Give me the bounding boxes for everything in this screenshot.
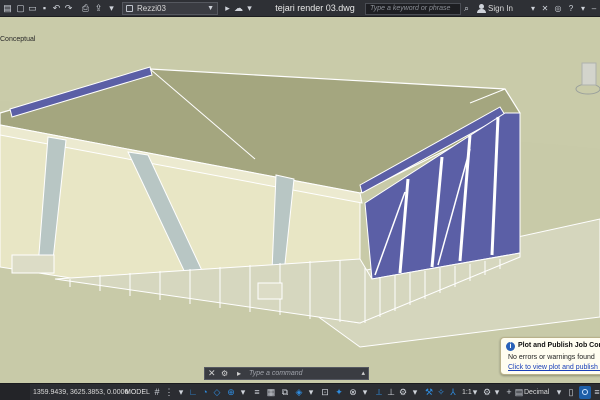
command-prompt-icon: ▸ (237, 369, 242, 378)
customize-qat-icon[interactable]: ▾ (106, 3, 117, 14)
auto-scale-chevron-icon[interactable]: ▾ (410, 387, 420, 398)
notification-details-link[interactable]: Click to view plot and publish details (508, 363, 600, 373)
status-bar: 1359.9439, 3625.3853, 0.0000 MODEL # ⋮ ▾… (0, 383, 600, 400)
app-menu-icon[interactable]: ▤ (2, 3, 13, 14)
auto-scale-icon[interactable]: ⚙ (398, 387, 408, 398)
autodesk-a360-icon[interactable]: ◎ (553, 3, 563, 14)
annotation-scale-icon[interactable]: ⚒ (424, 387, 434, 398)
osnap-chevron-icon[interactable]: ▾ (238, 387, 248, 398)
info-icon: i (506, 342, 515, 351)
entrance-left (11, 254, 55, 274)
building-render (0, 17, 600, 383)
add-icon[interactable]: + (504, 387, 514, 398)
grid-icon[interactable]: # (152, 387, 162, 398)
units-chevron-icon[interactable]: ▾ (554, 387, 564, 398)
search-icon[interactable]: ⌕ (464, 3, 474, 14)
help-icon[interactable]: ? (566, 3, 576, 14)
snap-icon[interactable]: ⋮ (164, 387, 174, 398)
gear-chevron-icon[interactable]: ▾ (492, 387, 502, 398)
new-file-icon[interactable]: ▢ (15, 3, 26, 14)
layout-tabs-area[interactable] (0, 384, 30, 400)
title-bar: ▤ ▢ ▭ ▪ ↶ ↷ ⎙ ⇪ ▾ Rezzi03 ▼ ▸ ☁ ▾ tejari… (0, 0, 600, 17)
search-input[interactable]: Type a keyword or phrase (365, 3, 461, 15)
hardware-acceleration-button[interactable] (579, 386, 591, 399)
notification-message: No errors or warnings found (508, 354, 595, 361)
sign-in-button[interactable]: Sign In (488, 0, 528, 17)
undo-icon[interactable]: ↶ (51, 3, 62, 14)
open-file-icon[interactable]: ▭ (27, 3, 38, 14)
window-minimize-icon[interactable]: – (589, 3, 599, 14)
autodesk-app-store-icon[interactable]: ✕ (540, 3, 550, 14)
workspace-gear-icon[interactable]: ⚙ (482, 387, 492, 398)
sign-in-chevron-icon[interactable]: ▾ (528, 3, 538, 14)
entrance-mid (257, 282, 283, 300)
help-chevron-icon[interactable]: ▾ (578, 3, 588, 14)
isodraft-icon[interactable]: ◇ (212, 387, 222, 398)
selection-cycling-icon[interactable]: ⧉ (280, 387, 290, 398)
workspace-label: Rezzi03 (137, 4, 166, 13)
annotation-icon[interactable]: ⅄ (448, 387, 458, 398)
dynamic-ucs-icon[interactable]: ⊡ (320, 387, 330, 398)
quick-properties-icon[interactable]: ▤ (514, 387, 524, 398)
close-icon[interactable]: ✕ (208, 368, 216, 379)
command-input[interactable]: Type a command (249, 369, 349, 379)
target-icon (582, 389, 588, 395)
transparency-icon[interactable]: ▦ (266, 387, 276, 398)
scale-chevron-icon[interactable]: ▾ (470, 387, 480, 398)
drawing-viewport[interactable]: Conceptual (0, 17, 600, 383)
annotation-visibility-icon[interactable]: ⟂ (374, 387, 384, 398)
document-title: tejari render 03.dwg (275, 3, 355, 13)
ucs-icon[interactable]: ⊥ (386, 387, 396, 398)
gizmo-chevron-icon[interactable]: ▾ (360, 387, 370, 398)
visual-style-label[interactable]: Conceptual (0, 36, 35, 43)
overflow-icon[interactable]: ▾ (244, 3, 255, 14)
notification-title: Plot and Publish Job Complete (518, 342, 600, 349)
wrench-icon[interactable]: ⚙ (221, 368, 228, 379)
gizmo-icon[interactable]: ⊗ (348, 387, 358, 398)
workspace-switch-icon[interactable]: ✧ (436, 387, 446, 398)
chevron-down-icon: ▼ (207, 5, 214, 12)
customization-icon[interactable]: ≡ (592, 387, 600, 398)
share-design-icon[interactable]: ▸ (222, 3, 233, 14)
3d-osnap-icon[interactable]: ◈ (294, 387, 304, 398)
user-icon (477, 3, 486, 14)
coordinate-readout[interactable]: 1359.9439, 3625.3853, 0.0000 (33, 384, 128, 400)
lineweight-icon[interactable]: ≡ (252, 387, 262, 398)
save-icon[interactable]: ▪ (39, 3, 50, 14)
share-icon[interactable]: ⇪ (93, 3, 104, 14)
workspace-dropdown[interactable]: Rezzi03 ▼ (122, 2, 218, 15)
model-space-button[interactable]: MODEL (125, 387, 150, 398)
command-line[interactable]: ✕ ⚙ ▸ Type a command ▴ (204, 367, 369, 380)
chevron-up-icon[interactable]: ▴ (361, 368, 365, 379)
plot-publish-notification[interactable]: i Plot and Publish Job Complete No error… (500, 337, 600, 375)
autocad-window: ▤ ▢ ▭ ▪ ↶ ↷ ⎙ ⇪ ▾ Rezzi03 ▼ ▸ ☁ ▾ tejari… (0, 0, 600, 400)
ortho-icon[interactable]: ∟ (188, 387, 198, 398)
selection-filter-icon[interactable]: ✦ (334, 387, 344, 398)
workspace-gear-icon (126, 5, 133, 12)
cloud-icon[interactable]: ☁ (233, 3, 244, 14)
3d-osnap-chevron-icon[interactable]: ▾ (306, 387, 316, 398)
snap-chevron-icon[interactable]: ▾ (176, 387, 186, 398)
object-snap-tracking-icon[interactable]: ⊕ (226, 387, 236, 398)
viewcube-box (581, 62, 597, 86)
plot-icon[interactable]: ⎙ (80, 3, 91, 14)
redo-icon[interactable]: ↷ (63, 3, 74, 14)
isolate-objects-icon[interactable]: ▯ (566, 387, 576, 398)
polar-icon[interactable]: ◔ (200, 387, 210, 398)
viewport-controls[interactable]: Conceptual (0, 35, 35, 45)
